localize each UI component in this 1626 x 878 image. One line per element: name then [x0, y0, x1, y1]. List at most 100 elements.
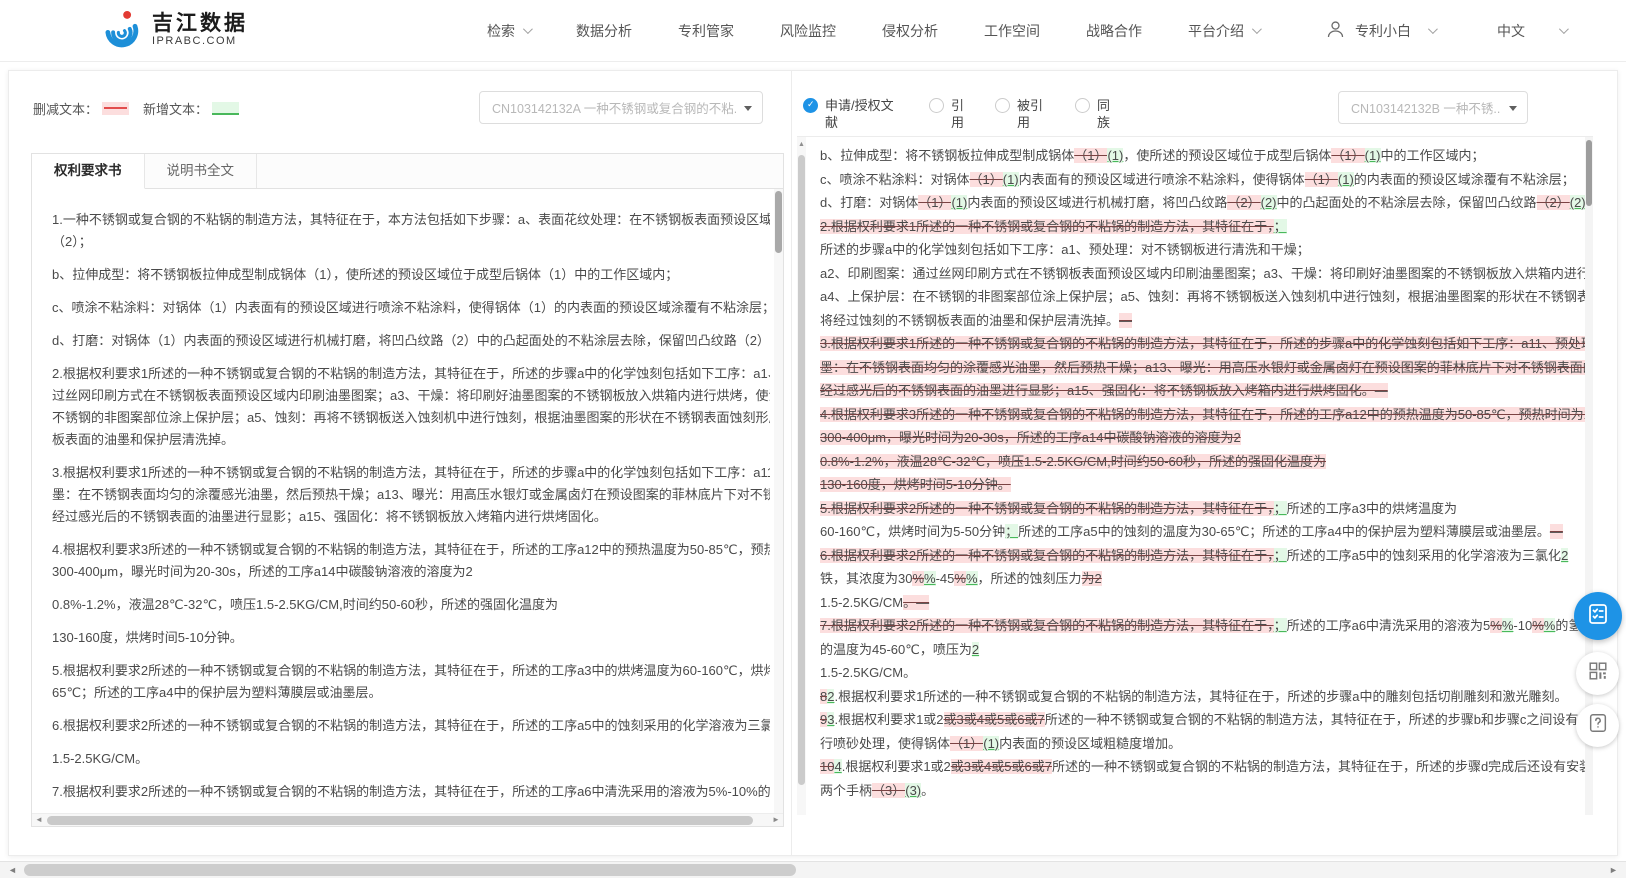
- scrollbar-thumb[interactable]: [798, 155, 805, 785]
- deleted-text: （3）: [872, 782, 906, 798]
- claim-paragraph: 2.根据权利要求1所述的一种不锈钢或复合钢的不粘锅的制造方法，其特征在于，所述的…: [52, 363, 770, 451]
- diff-text: 所述的工序a5中的蚀刻的温度为30-65℃；所述的工序a4中的保护层为塑料薄膜层…: [1018, 524, 1550, 539]
- claim-line: 3.根据权利要求1所述的一种不锈钢或复合钢的不粘锅的制造方法，其特征在于，所述的…: [52, 465, 770, 480]
- diff-line: d、打磨：对锅体（1）(1)内表面的预设区域进行机械打磨，将凹凸纹路（2）(2)…: [820, 191, 1585, 215]
- user-menu[interactable]: 专利小白: [1325, 19, 1438, 43]
- diff-line: b、拉伸成型：将不锈钢板拉伸成型制成锅体（1）(1)，使所述的预设区域位于成型后…: [820, 144, 1585, 168]
- qr-code-fab[interactable]: [1576, 652, 1619, 695]
- radio-option-2[interactable]: 被引用: [995, 97, 1047, 131]
- nav-item-label: 检索: [487, 22, 515, 39]
- help-fab[interactable]: [1576, 704, 1619, 747]
- tab-0[interactable]: 权利要求书: [32, 154, 145, 189]
- deleted-text: 。—: [903, 594, 930, 610]
- right-panel-left-scrollbar[interactable]: ▲: [797, 137, 806, 815]
- nav-item-4[interactable]: 侵权分析: [882, 21, 938, 41]
- compare-source-radio-group: 申请/授权文献 引用 被引用 同族: [803, 97, 1113, 131]
- deleted-text: （2）: [1227, 195, 1261, 210]
- claim-line: 300-400μm，曝光时间为20-30s，所述的工序a14中碳酸钠溶液的溶度为…: [52, 564, 473, 579]
- added-text: (1): [983, 735, 1000, 751]
- scrollbar-thumb[interactable]: [24, 864, 796, 876]
- claim-paragraph: b、拉伸成型：将不锈钢板拉伸成型制成锅体（1），使所述的预设区域位于成型后锅体（…: [52, 264, 770, 286]
- nav-item-3[interactable]: 风险监控: [780, 21, 836, 41]
- scrollbar-thumb[interactable]: [775, 191, 782, 253]
- added-text: (2): [1260, 195, 1277, 210]
- claims-text-area: 1.一种不锈钢或复合钢的不粘锅的制造方法，其特征在于，本方法包括如下步骤：a、表…: [32, 189, 774, 813]
- added-text: %: [924, 571, 936, 586]
- user-icon: [1325, 19, 1346, 43]
- nav-item-1[interactable]: 数据分析: [576, 21, 632, 41]
- deleted-text: 10: [820, 759, 835, 774]
- diff-line: 93.根据权利要求1或2或3或4或5或6或7所述的一种不锈钢或复合钢的不粘锅的制…: [820, 708, 1585, 732]
- radio-option-0[interactable]: 申请/授权文献: [803, 97, 901, 131]
- added-text: ；: [1273, 547, 1287, 563]
- nav-item-7[interactable]: 平台介绍: [1188, 21, 1262, 41]
- diff-line: 2.根据权利要求1所述的一种不锈钢或复合钢的不粘锅的制造方法，其特征在于，；: [820, 215, 1585, 239]
- diff-line: 7.根据权利要求2所述的一种不锈钢或复合钢的不粘锅的制造方法，其特征在于，；所述…: [820, 614, 1585, 638]
- left-horizontal-scrollbar[interactable]: ◄ ►: [32, 813, 783, 826]
- page-horizontal-scrollbar[interactable]: ◄ ►: [0, 861, 1626, 878]
- nav-menu: 检索 数据分析 专利管家 风险监控 侵权分析 工作空间 战略合作 平台介绍: [487, 21, 1262, 41]
- diff-text: 内表面的预设区域进行机械打磨，将凹凸纹路: [967, 195, 1228, 210]
- radio-option-3[interactable]: 同族: [1075, 97, 1113, 131]
- diff-text: -10: [1513, 618, 1533, 633]
- left-patent-select-value: CN103142132A 一种不锈钢或复合钢的不粘...: [492, 102, 736, 116]
- deleted-text: %: [1532, 618, 1544, 633]
- scroll-left-arrow[interactable]: ◄: [4, 862, 21, 878]
- left-vertical-scrollbar[interactable]: [774, 189, 783, 813]
- deleted-text: 经过感光后的不锈钢表面的油墨进行显影；a15、强固化：将不锈钢板放入烤箱内进行烘…: [820, 383, 1388, 398]
- claim-paragraph: 4.根据权利要求3所述的一种不锈钢或复合钢的不粘锅的制造方法，其特征在于，所述的…: [52, 539, 770, 583]
- scroll-right-arrow[interactable]: ►: [1605, 862, 1622, 878]
- diff-text: 1.5-2.5KG/CM: [820, 594, 904, 610]
- added-text: (1): [1364, 148, 1381, 163]
- right-patent-select[interactable]: CN103142132B 一种不锈...: [1338, 91, 1528, 124]
- diff-text: 。: [921, 782, 935, 798]
- scrollbar-thumb[interactable]: [1586, 140, 1592, 206]
- diff-line: 1.5-2.5KG/CM。: [820, 661, 1585, 685]
- diff-line: 3.根据权利要求1所述的一种不锈钢或复合钢的不粘锅的制造方法，其特征在于，所述的…: [820, 332, 1585, 356]
- tab-1[interactable]: 说明书全文: [145, 154, 257, 188]
- added-text: (1): [1337, 171, 1354, 187]
- diff-text: 60-160℃，烘烤时间为5-50分钟: [820, 524, 1006, 539]
- radio-label: 引用: [951, 98, 965, 130]
- diff-legend: 删减文本： 新增文本：: [33, 99, 240, 118]
- radio-circle-icon: [1075, 98, 1090, 113]
- deleted-text: %: [954, 571, 966, 586]
- diff-line: 5.根据权利要求2所述的一种不锈钢或复合钢的不粘锅的制造方法，其特征在于，；所述…: [820, 497, 1585, 521]
- scrollbar-thumb[interactable]: [47, 816, 753, 825]
- scroll-left-arrow[interactable]: ◄: [32, 814, 46, 826]
- deleted-text: （2）: [1536, 195, 1570, 210]
- diff-line: 1.5-2.5KG/CM。—: [820, 591, 1585, 615]
- diff-document-panel: ▲ b、拉伸成型：将不锈钢板拉伸成型制成锅体（1）(1)，使所述的预设区域位于成…: [797, 136, 1593, 815]
- diff-text: 所述的工序a6中清洗采用的溶液为5: [1286, 618, 1491, 633]
- diff-line: 所述的步骤a中的化学蚀刻包括如下工序：a1、预处理：对不锈钢板进行清洗和干燥；: [820, 238, 1585, 262]
- nav-item-0[interactable]: 检索: [487, 21, 533, 41]
- nav-item-5[interactable]: 工作空间: [984, 21, 1040, 41]
- language-selector[interactable]: 中文: [1497, 21, 1569, 41]
- diff-line: 4.根据权利要求3所述的一种不锈钢或复合钢的不粘锅的制造方法，其特征在于，所述的…: [820, 403, 1585, 427]
- added-text: (1): [1002, 171, 1019, 187]
- deleted-text: 2.根据权利要求1所述的一种不锈钢或复合钢的不粘锅的制造方法，其特征在于，: [820, 218, 1274, 234]
- diff-text: 中的凸起面处的不粘涂层去除，保留凹凸纹路: [1276, 195, 1537, 210]
- radio-circle-icon: [929, 98, 944, 113]
- diff-line: 将经过蚀刻的不锈钢板表面的油墨和保护层清洗掉。—: [820, 309, 1585, 333]
- compare-list-fab[interactable]: [1574, 592, 1622, 640]
- right-patent-select-value: CN103142132B 一种不锈...: [1351, 102, 1501, 116]
- chevron-down-icon: [1427, 24, 1438, 35]
- logo[interactable]: 吉江数据 IPRABC.COM: [100, 7, 248, 54]
- checklist-icon: [1586, 602, 1610, 631]
- scroll-up-arrow[interactable]: ▲: [797, 141, 806, 148]
- deleted-text: （1）: [1074, 148, 1108, 163]
- added-text: %: [1543, 618, 1556, 633]
- nav-item-2[interactable]: 专利管家: [678, 21, 734, 41]
- diff-text: -45: [935, 571, 955, 586]
- diff-text: a2、印刷图案：通过丝网印刷方式在不锈钢板表面预设区域内印刷油墨图案；a3、干燥…: [820, 265, 1585, 281]
- radio-option-1[interactable]: 引用: [929, 97, 967, 131]
- left-patent-select[interactable]: CN103142132A 一种不锈钢或复合钢的不粘...: [479, 91, 763, 124]
- deleted-text: （1）: [1304, 171, 1338, 187]
- scroll-right-arrow[interactable]: ►: [769, 814, 783, 826]
- nav-item-6[interactable]: 战略合作: [1086, 21, 1142, 41]
- diff-line: a4、上保护层：在不锈钢的非图案部位涂上保护层；a5、蚀刻：再将不锈钢板送入蚀刻…: [820, 285, 1585, 309]
- diff-text: 内表面有的预设区域进行喷涂不粘涂料，使得锅体: [1018, 171, 1305, 187]
- added-text: ；: [1005, 524, 1019, 539]
- logo-subtitle: IPRABC.COM: [152, 35, 237, 47]
